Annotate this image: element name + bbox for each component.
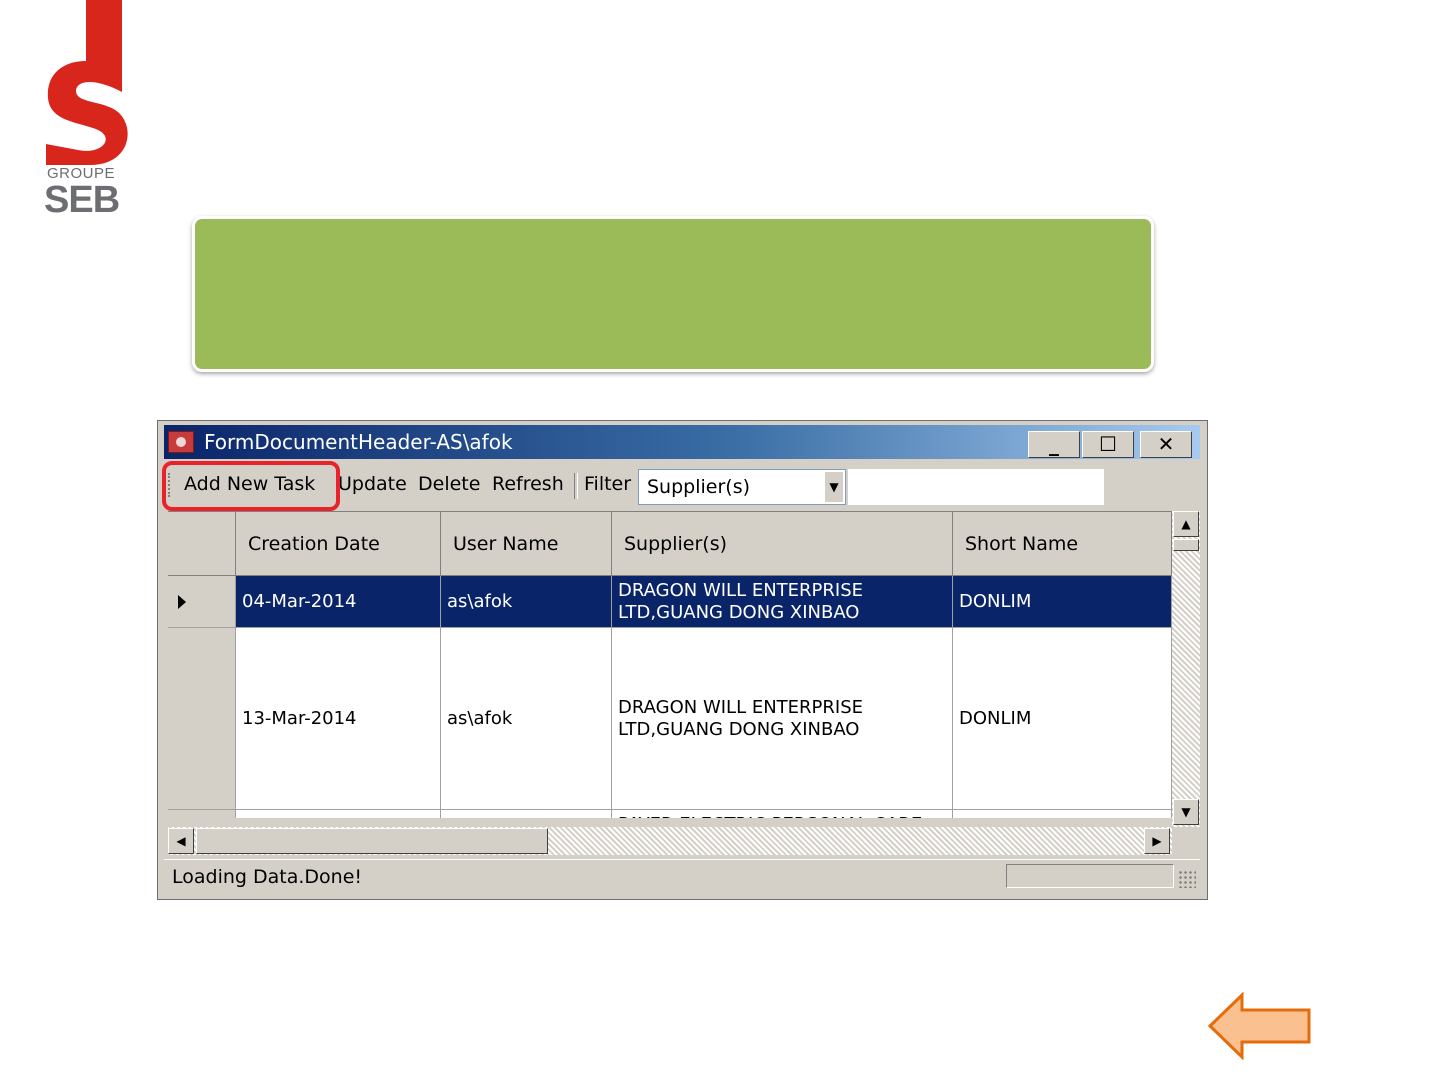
vertical-scroll-thumb[interactable]: [1173, 539, 1199, 551]
add-new-task-highlight: [162, 461, 340, 511]
filter-input[interactable]: [848, 469, 1104, 505]
filter-field-select[interactable]: Supplier(s) ▼: [638, 469, 846, 505]
status-progress-panel: [1006, 864, 1174, 888]
app-icon[interactable]: [168, 431, 194, 453]
refresh-button[interactable]: Refresh: [492, 473, 564, 495]
cell-supplier[interactable]: PAYER ELECTRIC PERSONAL CARE: [612, 810, 953, 818]
logo-seb-text: SEB: [44, 179, 120, 221]
back-button[interactable]: [1207, 991, 1312, 1061]
cell-user-name[interactable]: as\afok: [441, 576, 612, 628]
minimize-button[interactable]: _: [1028, 431, 1080, 458]
column-header-suppliers[interactable]: Supplier(s): [612, 512, 953, 576]
cell-short-name[interactable]: [953, 810, 1172, 818]
update-button[interactable]: Update: [338, 473, 407, 495]
table-row[interactable]: 13-Mar-2014 as\afok DRAGON WILL ENTERPRI…: [168, 628, 1172, 810]
row-header-column: [168, 512, 236, 576]
toolbar-separator: [574, 473, 578, 499]
filter-select-value: Supplier(s): [647, 476, 751, 498]
horizontal-scrollbar[interactable]: ◀ ▶: [168, 827, 1172, 855]
horizontal-scroll-thumb[interactable]: [196, 828, 548, 854]
seb-logo-mark-icon: [46, 0, 128, 165]
window-title: FormDocumentHeader-AS\afok: [204, 430, 513, 454]
cell-short-name[interactable]: DONLIM: [953, 628, 1172, 810]
current-row-icon: [178, 594, 186, 609]
table-row[interactable]: 04-Mar-2014 as\afok DRAGON WILL ENTERPRI…: [168, 576, 1172, 628]
form-document-header-window: FormDocumentHeader-AS\afok _ ☐ ✕ Add New…: [157, 420, 1208, 900]
table-row[interactable]: PAYER ELECTRIC PERSONAL CARE: [168, 810, 1172, 818]
row-selector[interactable]: [168, 810, 236, 818]
back-arrow-icon: [1207, 991, 1311, 1061]
delete-button[interactable]: Delete: [418, 473, 480, 495]
close-button[interactable]: ✕: [1140, 431, 1192, 458]
cell-creation-date[interactable]: 13-Mar-2014: [236, 628, 441, 810]
status-bar: Loading Data.Done!: [164, 859, 1200, 896]
cell-supplier[interactable]: DRAGON WILL ENTERPRISE LTD,GUANG DONG XI…: [612, 576, 953, 628]
window-titlebar[interactable]: FormDocumentHeader-AS\afok _ ☐ ✕: [164, 425, 1200, 459]
cell-user-name[interactable]: as\afok: [441, 628, 612, 810]
cell-user-name[interactable]: [441, 810, 612, 818]
scrollbar-corner: [1172, 827, 1200, 855]
cell-creation-date[interactable]: 04-Mar-2014: [236, 576, 441, 628]
document-grid: Creation Date User Name Supplier(s) Shor…: [168, 511, 1172, 818]
vertical-scrollbar[interactable]: ▲ ▼: [1172, 511, 1200, 827]
minimize-icon: _: [1049, 432, 1059, 456]
filter-label: Filter: [584, 473, 632, 495]
cell-supplier[interactable]: DRAGON WILL ENTERPRISE LTD,GUANG DONG XI…: [612, 628, 953, 810]
cell-short-name[interactable]: DONLIM: [953, 576, 1172, 628]
toolbar: Add New Task Update Delete Refresh Filte…: [162, 461, 1200, 511]
row-selector[interactable]: [168, 628, 236, 810]
column-header-short-name[interactable]: Short Name: [953, 512, 1172, 576]
maximize-button[interactable]: ☐: [1082, 431, 1134, 458]
close-icon: ✕: [1157, 432, 1175, 456]
column-header-creation-date[interactable]: Creation Date: [236, 512, 441, 576]
title-banner: [192, 216, 1154, 372]
chevron-down-icon[interactable]: ▼: [825, 472, 843, 502]
cell-creation-date[interactable]: [236, 810, 441, 818]
scroll-down-icon[interactable]: ▼: [1173, 799, 1199, 825]
resize-grip-icon[interactable]: [1178, 870, 1196, 888]
scroll-left-icon[interactable]: ◀: [168, 828, 194, 854]
column-header-user-name[interactable]: User Name: [441, 512, 612, 576]
scroll-up-icon[interactable]: ▲: [1173, 511, 1199, 537]
status-text: Loading Data.Done!: [172, 866, 363, 888]
row-selector[interactable]: [168, 576, 236, 628]
maximize-icon: ☐: [1099, 432, 1117, 456]
scroll-right-icon[interactable]: ▶: [1144, 828, 1170, 854]
